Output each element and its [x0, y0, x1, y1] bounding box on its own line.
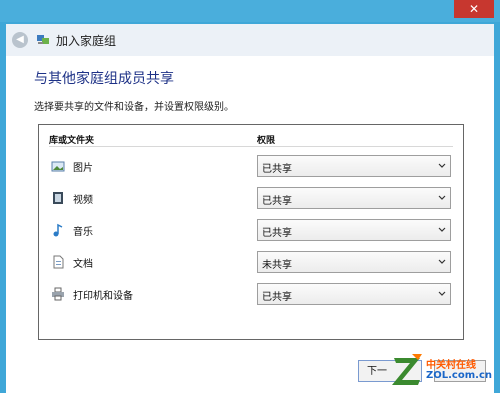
table-row: 图片 已共享: [39, 155, 463, 177]
row-label: 图片: [73, 163, 93, 174]
permission-select[interactable]: 未共享: [257, 251, 451, 273]
title-bar: ✕: [0, 0, 500, 22]
permission-select[interactable]: 已共享: [257, 187, 451, 209]
table-row: 文档 未共享: [39, 251, 463, 273]
header-divider: [49, 146, 453, 147]
row-label: 打印机和设备: [73, 291, 133, 302]
permission-value: 已共享: [262, 196, 292, 207]
table-row: 视频 已共享: [39, 187, 463, 209]
permission-select[interactable]: 已共享: [257, 155, 451, 177]
row-label: 视频: [73, 195, 93, 206]
permission-value: 未共享: [262, 260, 292, 271]
watermark-site: ZOL.com.cn: [426, 370, 492, 381]
permission-select[interactable]: 已共享: [257, 283, 451, 305]
page-description: 选择要共享的文件和设备，并设置权限级别。: [34, 102, 234, 113]
zol-logo-icon: [392, 354, 422, 385]
permission-select[interactable]: 已共享: [257, 219, 451, 241]
printer-icon: [52, 287, 64, 301]
back-button[interactable]: ◀: [12, 32, 28, 48]
watermark-name: 中关村在线: [426, 360, 476, 371]
videos-icon: [53, 192, 63, 204]
documents-icon: [53, 255, 64, 269]
close-button[interactable]: ✕: [454, 0, 494, 18]
page-heading: 与其他家庭组成员共享: [34, 71, 174, 87]
permission-value: 已共享: [262, 164, 292, 175]
zol-watermark: 中关村在线 ZOL.com.cn: [390, 348, 500, 393]
nav-bar: ◀ 加入家庭组: [6, 24, 494, 56]
homegroup-icon: [37, 35, 49, 44]
permission-value: 已共享: [262, 292, 292, 303]
column-header-library: 库或文件夹: [49, 136, 95, 146]
share-table: 库或文件夹 权限 图片 已共享 视频 已共享 音乐 已共享 文档 未共享 打印机…: [38, 124, 464, 340]
chevron-down-icon: [438, 163, 446, 168]
row-label: 文档: [73, 259, 93, 270]
chevron-down-icon: [438, 259, 446, 264]
column-header-permission: 权限: [257, 136, 276, 146]
row-label: 音乐: [73, 227, 93, 238]
permission-value: 已共享: [262, 228, 292, 239]
chevron-down-icon: [438, 291, 446, 296]
content-area: 与其他家庭组成员共享 选择要共享的文件和设备，并设置权限级别。 库或文件夹 权限…: [6, 56, 494, 393]
chevron-down-icon: [438, 227, 446, 232]
pictures-icon: [51, 161, 65, 172]
chevron-down-icon: [438, 195, 446, 200]
table-row: 打印机和设备 已共享: [39, 283, 463, 305]
table-row: 音乐 已共享: [39, 219, 463, 241]
window-title: 加入家庭组: [56, 34, 117, 48]
music-icon: [53, 223, 63, 237]
